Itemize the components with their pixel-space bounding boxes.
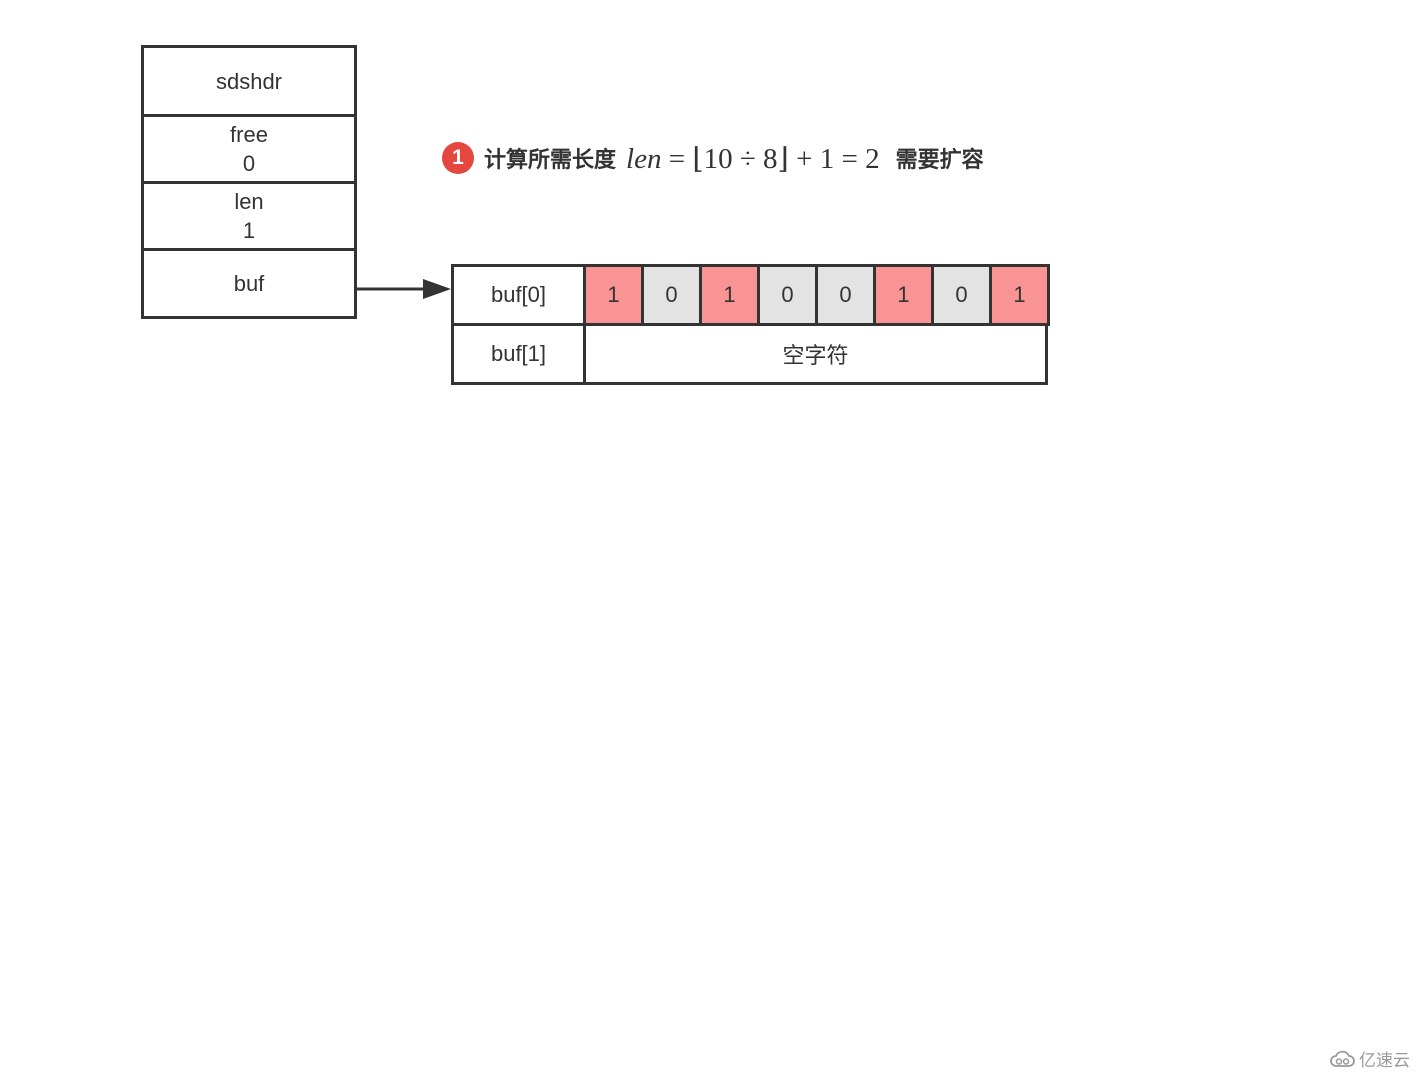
buffer-row-label: buf[0] (451, 264, 586, 326)
bit-cell: 1 (583, 264, 644, 326)
struct-field-free: free 0 (141, 114, 357, 184)
buffer-row-0: buf[0] 1 0 1 0 0 1 0 1 (451, 264, 1050, 326)
annotation-prefix: 计算所需长度 (484, 147, 617, 172)
bit-cell: 1 (989, 264, 1050, 326)
step-number: 1 (452, 146, 464, 169)
struct-field-buf: buf (141, 248, 357, 319)
field-free-label: free (230, 122, 268, 147)
field-len-label: len (234, 189, 264, 214)
buffer-table: buf[0] 1 0 1 0 0 1 0 1 buf[1] 空字符 (451, 264, 1050, 385)
struct-header-label: sdshdr (215, 68, 283, 94)
arrow-head (423, 279, 451, 299)
field-buf-label: buf (233, 271, 265, 296)
bit-cell: 1 (699, 264, 760, 326)
buffer-row-1: buf[1] 空字符 (451, 323, 1050, 385)
formula-equals: = (668, 142, 686, 175)
null-char-cell: 空字符 (583, 323, 1048, 385)
formula-variable: len (626, 142, 662, 175)
buffer-row-label: buf[1] (451, 323, 586, 385)
annotation-suffix: 需要扩容 (895, 147, 984, 172)
bit-cell: 0 (641, 264, 702, 326)
cloud-logo-icon (1330, 1050, 1355, 1067)
pointer-arrow (355, 279, 451, 299)
struct-header: sdshdr (141, 45, 357, 117)
step-number-badge: 1 (442, 142, 474, 174)
step-annotation: 1 计算所需长度 len = ⌊10 ÷ 8⌋ + 1 = 2 需要扩容 (442, 139, 984, 177)
sdshdr-struct: sdshdr free 0 len 1 buf (141, 45, 357, 319)
watermark-text: 亿速云 (1359, 1051, 1410, 1070)
field-free-value: 0 (242, 151, 256, 176)
bit-cell: 0 (815, 264, 876, 326)
watermark: 亿速云 (1330, 1046, 1410, 1071)
bit-cell: 0 (757, 264, 818, 326)
bit-cell: 0 (931, 264, 992, 326)
struct-field-len: len 1 (141, 181, 357, 251)
formula-expression: ⌊10 ÷ 8⌋ + 1 = 2 (692, 142, 880, 175)
field-len-value: 1 (242, 218, 256, 243)
bit-cell: 1 (873, 264, 934, 326)
formula: len = ⌊10 ÷ 8⌋ + 1 = 2 (626, 141, 880, 176)
